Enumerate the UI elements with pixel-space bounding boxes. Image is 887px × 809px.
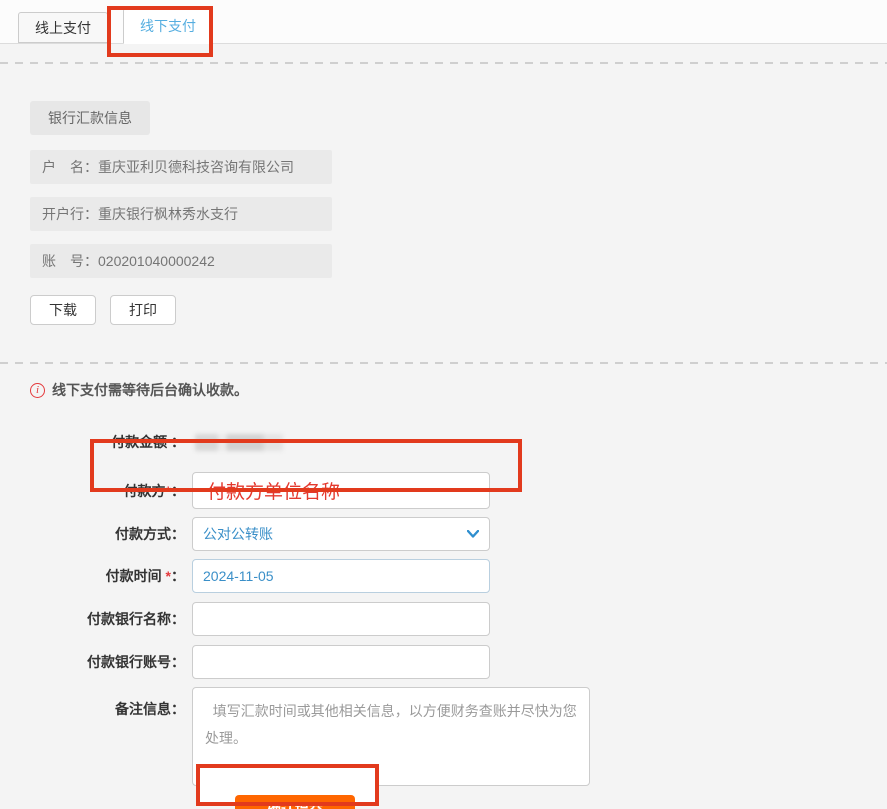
tab-online-payment-label: 线上支付 — [35, 18, 91, 38]
payer-bank-account-row: 付款银行账号： — [0, 645, 887, 679]
payer-bank-name-input[interactable] — [192, 602, 490, 636]
payment-date-row: 付款时间 *： — [0, 559, 887, 593]
tab-online-payment[interactable]: 线上支付 — [18, 12, 108, 43]
info-icon: i — [30, 383, 45, 398]
account-number-value: 020201040000242 — [98, 253, 215, 269]
bank-info-actions: 下载 打印 — [30, 295, 857, 325]
payment-method-select[interactable]: 公对公转账 — [192, 517, 490, 551]
payment-method-label: 付款方式： — [0, 524, 185, 544]
payer-bank-name-row: 付款银行名称： — [0, 602, 887, 636]
payment-date-input[interactable] — [192, 559, 490, 593]
payer-bank-account-label: 付款银行账号： — [0, 652, 185, 672]
bank-branch-row: 开户行：重庆银行枫林秀水支行 — [30, 197, 332, 231]
offline-payment-form: 付款金额 ： 付款方*： 付款方式： 公对公转账 付款时间 *： 付款银行名称：… — [0, 432, 887, 809]
account-name-row: 户 名：重庆亚利贝德科技咨询有限公司 — [30, 150, 332, 184]
tab-offline-payment[interactable]: 线下支付 — [123, 8, 213, 44]
tab-offline-payment-label: 线下支付 — [140, 16, 196, 36]
payer-bank-account-input[interactable] — [192, 645, 490, 679]
amount-row: 付款金额 ： — [0, 432, 887, 452]
dashed-divider-middle — [0, 362, 887, 364]
payer-input[interactable] — [192, 472, 490, 509]
chevron-down-icon — [467, 530, 479, 538]
download-button[interactable]: 下载 — [30, 295, 96, 325]
offline-payment-page: 线上支付 线下支付 银行汇款信息 户 名：重庆亚利贝德科技咨询有限公司 开户行：… — [0, 0, 887, 809]
payment-method-value: 公对公转账 — [203, 524, 273, 544]
payer-row: 付款方*： — [0, 472, 887, 509]
account-name-label: 户 名： — [42, 159, 98, 175]
payer-label: 付款方*： — [0, 481, 185, 501]
payment-date-label: 付款时间 *： — [0, 566, 185, 586]
amount-value-redacted — [195, 434, 283, 451]
account-number-label: 账 号： — [42, 253, 98, 269]
payer-bank-name-label: 付款银行名称： — [0, 609, 185, 629]
payment-tabbar: 线上支付 线下支付 — [0, 0, 887, 44]
remark-label: 备注信息： — [0, 687, 185, 719]
print-button[interactable]: 打印 — [110, 295, 176, 325]
account-name-value: 重庆亚利贝德科技咨询有限公司 — [98, 159, 294, 175]
bank-remittance-section: 银行汇款信息 户 名：重庆亚利贝德科技咨询有限公司 开户行：重庆银行枫林秀水支行… — [0, 64, 887, 325]
amount-label: 付款金额 ： — [0, 432, 185, 452]
notice-text: 线下支付需等待后台确认收款。 — [52, 380, 248, 400]
submit-row: 确认提交 — [0, 795, 887, 809]
offline-payment-notice: i 线下支付需等待后台确认收款。 — [30, 380, 887, 400]
account-number-row: 账 号：020201040000242 — [30, 244, 332, 278]
bank-info-section-label: 银行汇款信息 — [30, 101, 150, 135]
confirm-submit-button[interactable]: 确认提交 — [235, 795, 355, 809]
bank-branch-value: 重庆银行枫林秀水支行 — [98, 206, 238, 222]
payment-method-row: 付款方式： 公对公转账 — [0, 517, 887, 551]
bank-branch-label: 开户行： — [42, 206, 98, 222]
remark-row: 备注信息： — [0, 687, 887, 786]
